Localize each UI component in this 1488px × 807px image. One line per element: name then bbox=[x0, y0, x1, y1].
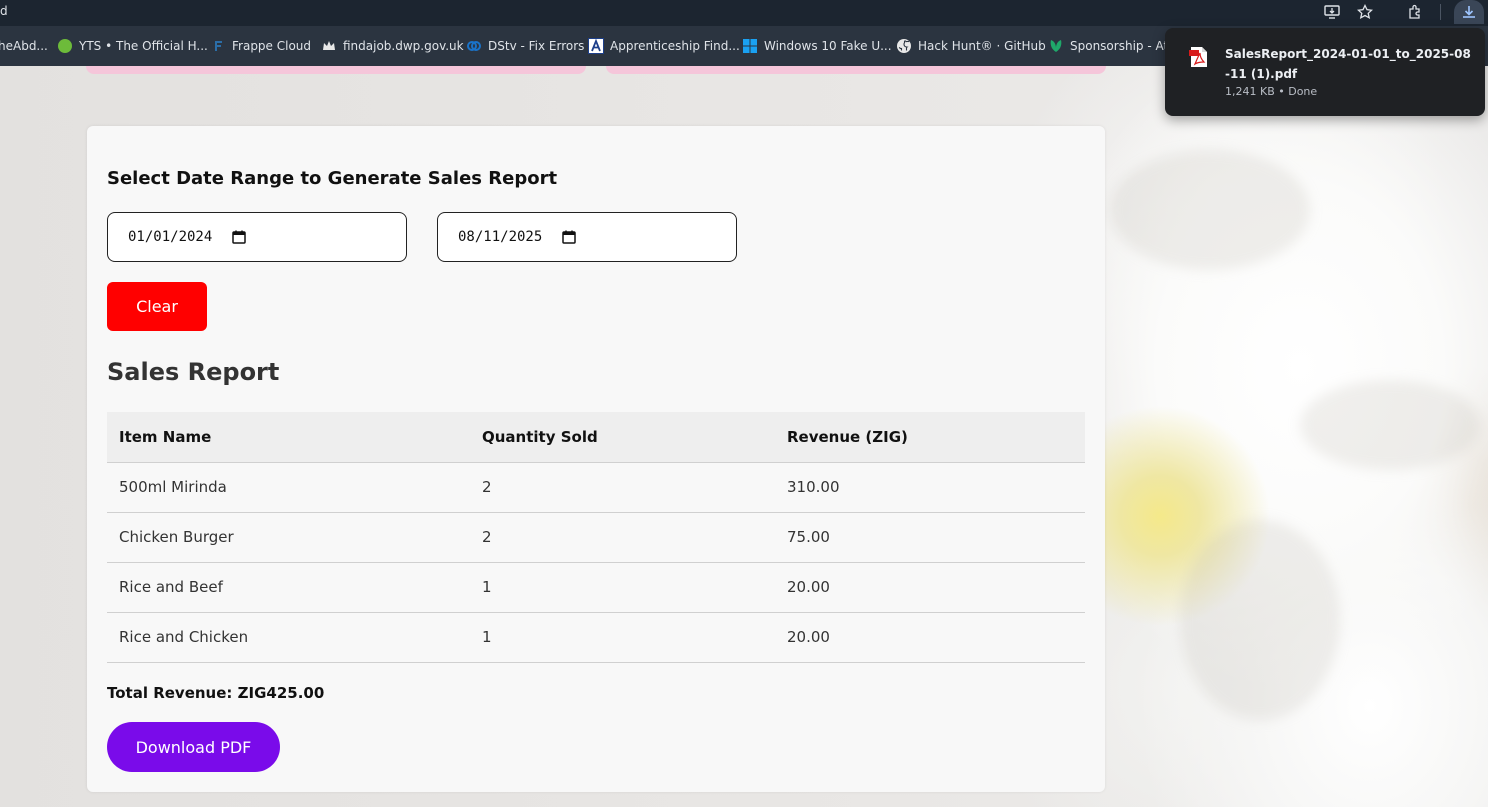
table-row: 500ml Mirinda 2 310.00 bbox=[107, 462, 1085, 513]
table-row: Chicken Burger 2 75.00 bbox=[107, 512, 1085, 563]
sales-table: Item Name Quantity Sold Revenue (ZIG) 50… bbox=[107, 412, 1085, 663]
column-header-revenue: Revenue (ZIG) bbox=[775, 412, 1085, 463]
bookmark-item[interactable]: Apprenticeship Find... bbox=[588, 37, 740, 55]
calendar-icon[interactable] bbox=[232, 230, 247, 244]
bookmark-item[interactable]: Frappe Cloud bbox=[210, 37, 311, 55]
column-header-quantity: Quantity Sold bbox=[470, 412, 775, 463]
table-row: Rice and Beef 1 20.00 bbox=[107, 562, 1085, 613]
download-popup[interactable]: SalesReport_2024-01-01_to_2025-08-11 (1)… bbox=[1165, 28, 1485, 116]
download-icon[interactable] bbox=[1454, 0, 1484, 24]
download-filename[interactable]: SalesReport_2024-01-01_to_2025-08-11 (1)… bbox=[1225, 44, 1475, 84]
table-header-row: Item Name Quantity Sold Revenue (ZIG) bbox=[107, 412, 1085, 463]
bookmark-item[interactable]: heAbd... bbox=[0, 37, 48, 55]
bookmark-label: heAbd... bbox=[0, 39, 48, 53]
clear-button[interactable]: Clear bbox=[107, 282, 207, 331]
cell-quantity: 2 bbox=[470, 462, 775, 513]
dstv-icon bbox=[466, 38, 482, 54]
bookmark-label: Frappe Cloud bbox=[232, 39, 312, 53]
top-card-edge bbox=[606, 66, 1106, 74]
bookmark-label: YTS • The Official H... bbox=[79, 39, 208, 53]
install-app-icon[interactable] bbox=[1319, 0, 1345, 24]
top-card-edge bbox=[86, 66, 586, 74]
bookmark-item[interactable]: YTS • The Official H... bbox=[57, 37, 208, 55]
apprenticeship-a-icon bbox=[588, 38, 604, 54]
bookmark-label: DStv - Fix Errors bbox=[488, 39, 585, 53]
total-revenue: Total Revenue: ZIG425.00 bbox=[107, 684, 325, 702]
bookmark-item[interactable]: DStv - Fix Errors bbox=[466, 37, 584, 55]
cell-item-name: Rice and Chicken bbox=[107, 612, 470, 663]
crown-icon bbox=[321, 38, 337, 54]
bookmark-star-icon[interactable] bbox=[1352, 0, 1378, 24]
cell-item-name: 500ml Mirinda bbox=[107, 462, 470, 513]
bookmark-label: Windows 10 Fake U... bbox=[764, 39, 892, 53]
download-status: 1,241 KB • Done bbox=[1225, 85, 1318, 98]
flower-petal bbox=[1110, 150, 1310, 270]
report-title: Sales Report bbox=[107, 358, 280, 386]
column-header-item-name: Item Name bbox=[107, 412, 470, 463]
start-date-input[interactable]: 01/01/2024 bbox=[107, 212, 407, 262]
calendar-icon[interactable] bbox=[562, 230, 577, 244]
windows-icon bbox=[742, 38, 758, 54]
bookmark-item[interactable]: findajob.dwp.gov.uk bbox=[321, 37, 464, 55]
end-date-value: 08/11/2025 bbox=[458, 229, 543, 245]
extensions-icon[interactable] bbox=[1402, 0, 1428, 24]
cell-quantity: 1 bbox=[470, 562, 775, 613]
yts-icon bbox=[57, 38, 73, 54]
flower-petal bbox=[1180, 520, 1340, 720]
start-date-value: 01/01/2024 bbox=[128, 229, 213, 245]
cell-revenue: 20.00 bbox=[775, 612, 1085, 663]
flower-petal bbox=[1300, 380, 1480, 470]
cell-revenue: 310.00 bbox=[775, 462, 1085, 513]
cell-quantity: 1 bbox=[470, 612, 775, 663]
cell-item-name: Rice and Beef bbox=[107, 562, 470, 613]
download-pdf-button[interactable]: Download PDF bbox=[107, 722, 280, 772]
browser-top-bar: d bbox=[0, 0, 1488, 26]
date-range-heading: Select Date Range to Generate Sales Repo… bbox=[107, 168, 558, 189]
end-date-input[interactable]: 08/11/2025 bbox=[437, 212, 737, 262]
cell-item-name: Chicken Burger bbox=[107, 512, 470, 563]
leaf-icon bbox=[1048, 38, 1064, 54]
bookmark-item[interactable]: Hack Hunt® · GitHub bbox=[896, 37, 1046, 55]
frappe-icon bbox=[210, 38, 226, 54]
sales-report-card: Select Date Range to Generate Sales Repo… bbox=[87, 126, 1105, 792]
bookmark-label: Sponsorship - Ath bbox=[1070, 39, 1176, 53]
pdf-file-icon bbox=[1189, 46, 1209, 72]
bookmark-label: Apprenticeship Find... bbox=[610, 39, 740, 53]
bookmark-label: Hack Hunt® · GitHub bbox=[918, 39, 1046, 53]
toolbar-divider bbox=[1440, 4, 1441, 20]
cell-revenue: 20.00 bbox=[775, 562, 1085, 613]
table-row: Rice and Chicken 1 20.00 bbox=[107, 612, 1085, 663]
cell-revenue: 75.00 bbox=[775, 512, 1085, 563]
address-bar-fragment[interactable]: d bbox=[0, 4, 8, 18]
github-icon bbox=[896, 38, 912, 54]
bookmark-label: findajob.dwp.gov.uk bbox=[343, 39, 464, 53]
bookmark-item[interactable]: Windows 10 Fake U... bbox=[742, 37, 892, 55]
bookmark-item[interactable]: Sponsorship - Ath bbox=[1048, 37, 1176, 55]
cell-quantity: 2 bbox=[470, 512, 775, 563]
